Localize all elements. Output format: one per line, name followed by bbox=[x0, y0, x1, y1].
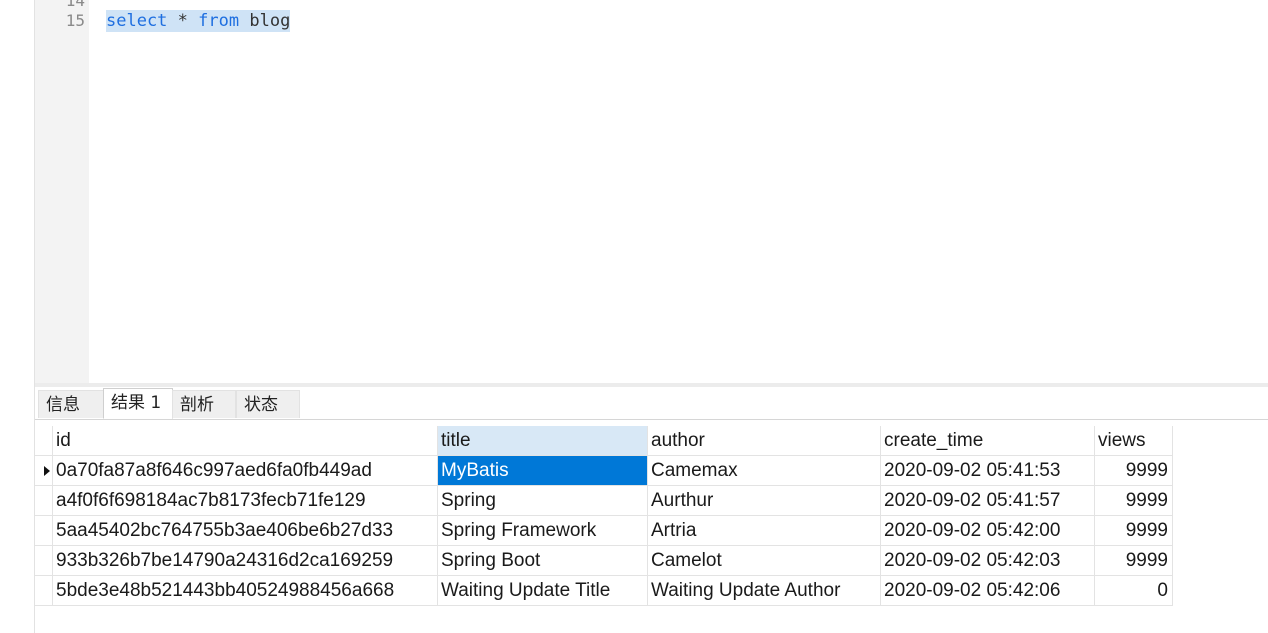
row-indicator[interactable] bbox=[35, 486, 53, 516]
cell-author[interactable]: Waiting Update Author bbox=[648, 576, 881, 606]
row-indicator[interactable] bbox=[35, 546, 53, 576]
cell-title[interactable]: Spring bbox=[438, 486, 648, 516]
line-number: 15 bbox=[65, 11, 85, 30]
tab-info[interactable]: 信息 bbox=[38, 390, 104, 418]
tab-status[interactable]: 状态 bbox=[236, 390, 300, 418]
row-header-corner bbox=[35, 426, 53, 456]
row-indicator[interactable] bbox=[35, 576, 53, 606]
cell-id[interactable]: 5aa45402bc764755b3ae406be6b27d33 bbox=[53, 516, 438, 546]
row-indicator[interactable] bbox=[35, 456, 53, 486]
cell-views[interactable]: 9999 bbox=[1095, 516, 1173, 546]
cell-title[interactable]: Spring Framework bbox=[438, 516, 648, 546]
column-header-id[interactable]: id bbox=[53, 426, 438, 456]
sql-operator: * bbox=[177, 11, 188, 31]
tab-result-1[interactable]: 结果 1 bbox=[103, 388, 173, 419]
sql-query-line[interactable]: select * from blog bbox=[106, 10, 291, 32]
cell-author[interactable]: Camemax bbox=[648, 456, 881, 486]
sql-table-name: blog bbox=[249, 11, 291, 31]
cell-author[interactable]: Aurthur bbox=[648, 486, 881, 516]
sql-keyword: select bbox=[106, 11, 168, 31]
cell-views[interactable]: 9999 bbox=[1095, 486, 1173, 516]
cell-author[interactable]: Camelot bbox=[648, 546, 881, 576]
column-header-author[interactable]: author bbox=[648, 426, 881, 456]
cell-id[interactable]: 0a70fa87a8f646c997aed6fa0fb449ad bbox=[53, 456, 438, 486]
line-number-gutter: 14 15 bbox=[35, 0, 89, 383]
result-tab-bar: 信息 结果 1 剖析 状态 bbox=[35, 387, 1268, 420]
cell-create-time[interactable]: 2020-09-02 05:41:53 bbox=[881, 456, 1095, 486]
cell-create-time[interactable]: 2020-09-02 05:42:00 bbox=[881, 516, 1095, 546]
sql-keyword: from bbox=[198, 11, 240, 31]
column-header-views[interactable]: views bbox=[1095, 426, 1173, 456]
cell-author[interactable]: Artria bbox=[648, 516, 881, 546]
cell-id[interactable]: 933b326b7be14790a24316d2ca169259 bbox=[53, 546, 438, 576]
sql-editor[interactable]: 14 15 select * from blog bbox=[35, 0, 1268, 383]
cell-views[interactable]: 9999 bbox=[1095, 546, 1173, 576]
row-indicator[interactable] bbox=[35, 516, 53, 546]
cell-title[interactable]: Waiting Update Title bbox=[438, 576, 648, 606]
cell-title[interactable]: Spring Boot bbox=[438, 546, 648, 576]
cell-views[interactable]: 9999 bbox=[1095, 456, 1173, 486]
cell-views[interactable]: 0 bbox=[1095, 576, 1173, 606]
cell-id[interactable]: a4f0f6f698184ac7b8173fecb71fe129 bbox=[53, 486, 438, 516]
line-number: 14 bbox=[65, 0, 85, 10]
cell-create-time[interactable]: 2020-09-02 05:42:06 bbox=[881, 576, 1095, 606]
tab-profile[interactable]: 剖析 bbox=[172, 390, 236, 418]
current-row-arrow-icon bbox=[44, 466, 50, 476]
column-header-title[interactable]: title bbox=[438, 426, 648, 456]
cell-create-time[interactable]: 2020-09-02 05:41:57 bbox=[881, 486, 1095, 516]
left-panel-edge bbox=[0, 0, 34, 633]
cell-create-time[interactable]: 2020-09-02 05:42:03 bbox=[881, 546, 1095, 576]
cell-id[interactable]: 5bde3e48b521443bb40524988456a668 bbox=[53, 576, 438, 606]
column-header-create-time[interactable]: create_time bbox=[881, 426, 1095, 456]
cell-title[interactable]: MyBatis bbox=[438, 456, 648, 486]
